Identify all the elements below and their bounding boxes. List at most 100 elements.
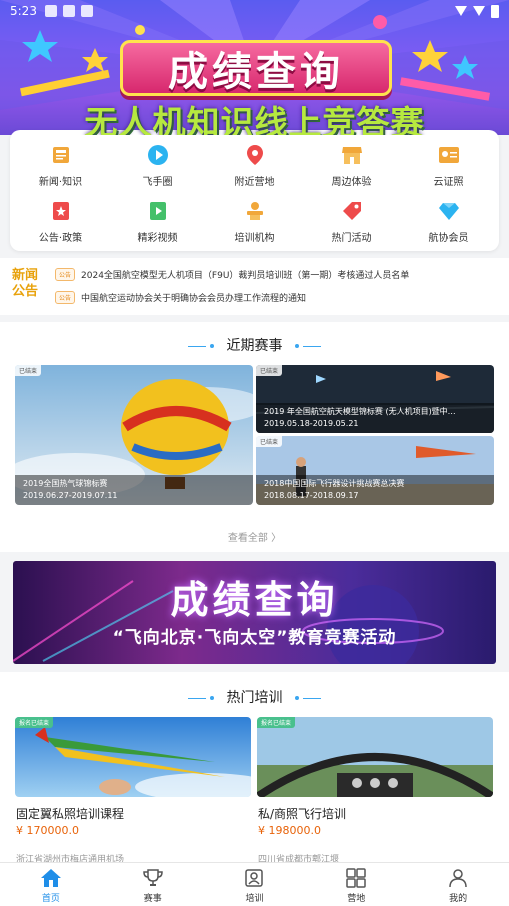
battery-icon xyxy=(491,4,499,18)
feature-label: 飞手圈 xyxy=(142,177,173,188)
feature-nearby-camp[interactable]: 附近营地 xyxy=(206,134,303,190)
nav-training[interactable]: 培训 xyxy=(204,863,306,906)
event-caption: 2018中国国际飞行器设计挑战赛总决赛 2018.08.17-2018.09.1… xyxy=(256,475,494,505)
storefront-icon xyxy=(341,144,363,166)
news-text: 中国航空运动协会关于明确协会会员办理工作流程的通知 xyxy=(81,293,307,304)
trainer-icon xyxy=(244,200,266,222)
mail-icon xyxy=(80,5,93,17)
news-item[interactable]: 公告 2024全国航空模型无人机项目（F9U）裁判员培训班（第一期）考核通过人员… xyxy=(55,265,409,283)
training-status-badge: 报名已结束 xyxy=(15,717,54,728)
nav-label: 营地 xyxy=(347,894,366,904)
event-status-badge: 已结束 xyxy=(256,436,283,447)
feature-pilot-circle[interactable]: 飞手圈 xyxy=(109,134,206,190)
event-status-badge: 已结束 xyxy=(256,365,283,376)
feature-label: 附近营地 xyxy=(234,177,275,188)
training-price: ¥ 170000.0 xyxy=(16,824,79,837)
feature-experience[interactable]: 周边体验 xyxy=(303,134,400,190)
feature-label: 新闻·知识 xyxy=(38,177,83,188)
nav-label: 我的 xyxy=(449,894,468,904)
news-logo-line2: 公告 xyxy=(12,284,39,299)
id-card-icon xyxy=(438,144,460,166)
banner-title-box: 成绩查询 xyxy=(120,40,392,96)
training-image-cockpit xyxy=(257,717,493,797)
app-screen: 5:23 成绩查询 无人机知识线上竞答赛 新闻·知识 飞手圈 附近营地 周边体验… xyxy=(0,0,509,906)
news-icon xyxy=(50,144,72,166)
nav-home[interactable]: 首页 xyxy=(0,863,102,906)
training-title[interactable]: 私/商照飞行培训 xyxy=(258,805,346,822)
event-status-badge: 已结束 xyxy=(15,365,42,376)
camp-grid-icon xyxy=(346,868,367,888)
events-heading: 近期赛事 xyxy=(0,335,509,355)
signal-icon xyxy=(473,6,485,16)
feature-cloud-license[interactable]: 云证照 xyxy=(400,134,497,190)
event-card[interactable]: 已结束 2019全国热气球锦标赛 2019.06.27-2019.07.11 xyxy=(15,365,253,505)
training-heading-text: 热门培训 xyxy=(226,690,283,706)
bottom-nav: 首页 赛事 培训 营地 我的 xyxy=(0,862,509,906)
news-logo-line1: 新闻 xyxy=(12,268,39,283)
trophy-icon xyxy=(142,869,163,886)
event-card[interactable]: 已结束 2018中国国际飞行器设计挑战赛总决赛 2018.08.17-2018.… xyxy=(256,436,494,505)
event-name: 2019全国热气球锦标赛 xyxy=(23,479,108,488)
training-status-badge: 报名已结束 xyxy=(257,717,296,728)
nav-label: 首页 xyxy=(41,894,60,904)
training-image-glider xyxy=(15,717,251,797)
feature-grid: 新闻·知识 飞手圈 附近营地 周边体验 云证照 公告·政策 精彩视频 培训机构 … xyxy=(10,130,499,251)
video-icon xyxy=(147,200,169,222)
training-heading: 热门培训 xyxy=(0,687,509,707)
feature-training-orgs[interactable]: 培训机构 xyxy=(206,190,303,246)
feature-label: 云证照 xyxy=(433,177,464,188)
news-item[interactable]: 公告 中国航空运动协会关于明确协会会员办理工作流程的通知 xyxy=(55,288,306,306)
feature-notice-policy[interactable]: 公告·政策 xyxy=(12,190,109,246)
event-caption: 2019 年全国航空航天模型锦标赛 (无人机项目)暨中… 2019.05.18-… xyxy=(256,403,494,433)
banner-title: 成绩查询 xyxy=(168,49,344,95)
event-date: 2018.08.17-2018.09.17 xyxy=(264,491,359,500)
play-circle-icon xyxy=(147,144,169,166)
status-time: 5:23 xyxy=(10,4,37,18)
notification-icon xyxy=(44,5,57,17)
diamond-icon xyxy=(438,200,460,222)
event-caption: 2019全国热气球锦标赛 2019.06.27-2019.07.11 xyxy=(15,475,253,505)
nav-events[interactable]: 赛事 xyxy=(102,863,204,906)
news-tag: 公告 xyxy=(55,267,76,281)
training-price: ¥ 198000.0 xyxy=(258,824,321,837)
nav-label: 赛事 xyxy=(143,894,162,904)
home-icon xyxy=(40,869,61,887)
feature-membership[interactable]: 航协会员 xyxy=(400,190,497,246)
news-tag: 公告 xyxy=(55,290,76,304)
feature-label: 公告·政策 xyxy=(38,233,83,244)
news-text: 2024全国航空模型无人机项目（F9U）裁判员培训班（第一期）考核通过人员名单 xyxy=(81,270,410,281)
wifi-icon xyxy=(455,6,467,16)
event-name: 2018中国国际飞行器设计挑战赛总决赛 xyxy=(264,479,405,488)
feature-label: 航协会员 xyxy=(428,233,469,244)
events-heading-text: 近期赛事 xyxy=(226,338,283,354)
news-logo: 新闻 公告 xyxy=(12,268,44,300)
result-banner-title: 成绩查询 xyxy=(170,578,339,622)
nav-camp[interactable]: 营地 xyxy=(305,863,407,906)
feature-news[interactable]: 新闻·知识 xyxy=(12,134,109,190)
feature-label: 精彩视频 xyxy=(137,233,178,244)
event-name: 2019 年全国航空航天模型锦标赛 (无人机项目)暨中… xyxy=(264,407,456,416)
profile-icon xyxy=(449,869,467,888)
feature-videos[interactable]: 精彩视频 xyxy=(109,190,206,246)
top-banner[interactable]: 5:23 成绩查询 无人机知识线上竞答赛 xyxy=(0,0,509,135)
feature-label: 周边体验 xyxy=(331,177,372,188)
training-title[interactable]: 固定翼私照培训课程 xyxy=(16,805,124,822)
result-banner-subtitle: “飞向北京·飞向太空”教育竞赛活动 xyxy=(112,628,397,648)
nav-profile[interactable]: 我的 xyxy=(407,863,509,906)
bookmark-icon xyxy=(50,200,72,222)
training-image[interactable]: 报名已结束 xyxy=(257,717,493,797)
training-image[interactable]: 报名已结束 xyxy=(15,717,251,797)
feature-label: 培训机构 xyxy=(234,233,275,244)
status-bar: 5:23 xyxy=(0,0,509,22)
result-query-banner[interactable]: 成绩查询 “飞向北京·飞向太空”教育竞赛活动 xyxy=(13,561,496,664)
nav-label: 培训 xyxy=(245,894,264,904)
event-card[interactable]: 已结束 2019 年全国航空航天模型锦标赛 (无人机项目)暨中… 2019.05… xyxy=(256,365,494,433)
event-date: 2019.05.18-2019.05.21 xyxy=(264,419,359,428)
tag-icon xyxy=(341,200,363,222)
view-all-events-link[interactable]: 查看全部 〉 xyxy=(0,529,509,544)
event-date: 2019.06.27-2019.07.11 xyxy=(23,491,118,500)
feature-hot-activities[interactable]: 热门活动 xyxy=(303,190,400,246)
training-icon xyxy=(245,869,264,887)
banner-subtitle: 无人机知识线上竞答赛 xyxy=(0,96,509,135)
app-notification-icon xyxy=(62,5,75,17)
